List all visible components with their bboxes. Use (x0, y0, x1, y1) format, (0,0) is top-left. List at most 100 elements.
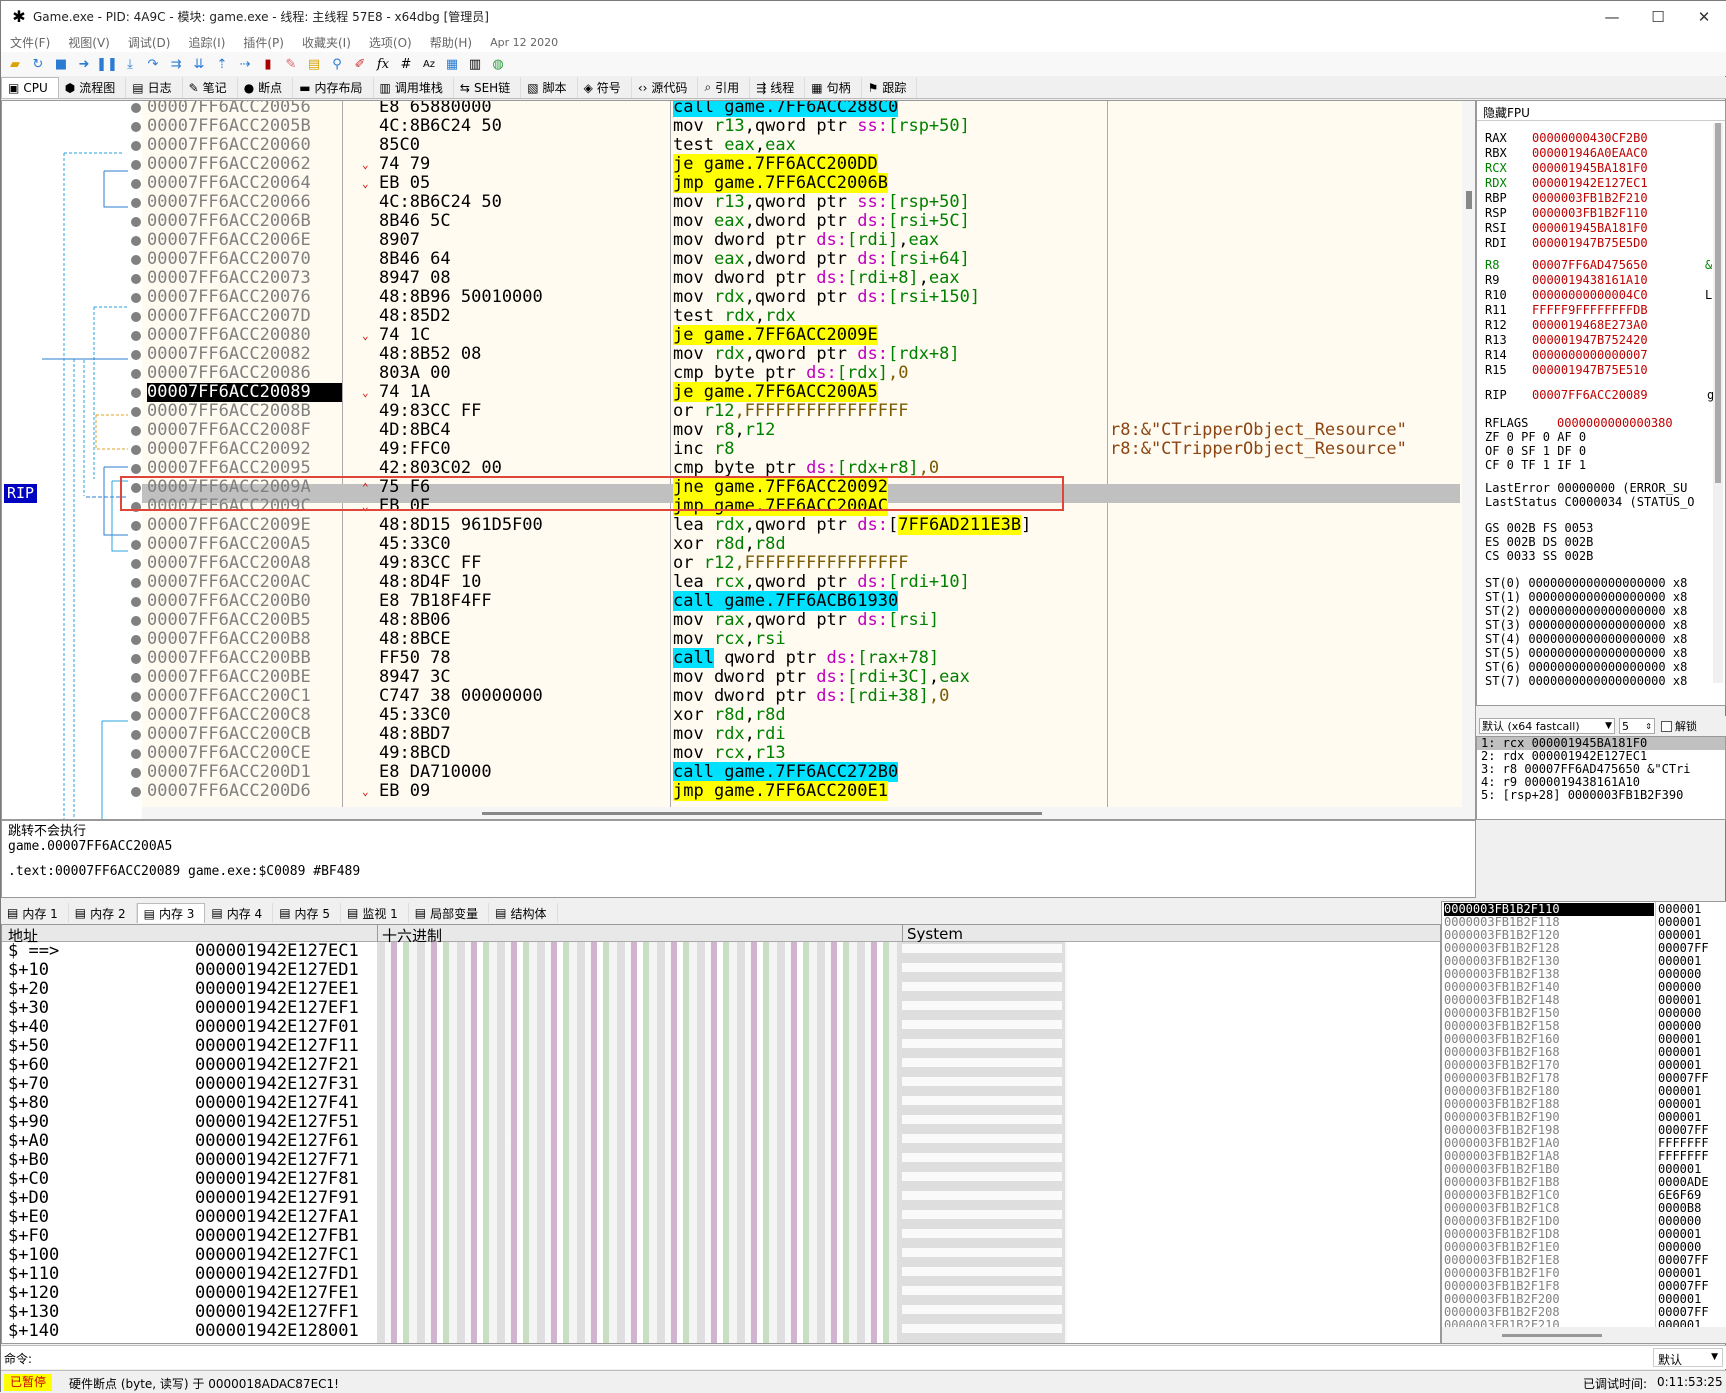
dump-row[interactable]: $+120 000001942E127FE1 (2, 1284, 372, 1303)
instruction-row[interactable]: 00007FF6ACC20089 ⌄ 74 1A je game.7FF6ACC200… (2, 382, 1462, 402)
tab-seh[interactable]: ⇆ SEH链 (454, 77, 522, 98)
trace-over-icon[interactable]: ⇊ (189, 54, 209, 74)
breakpoint-dot[interactable] (131, 692, 141, 702)
command-input[interactable] (41, 1348, 1641, 1367)
instruction-row[interactable]: 00007FF6ACC20082 48:8B52 08 mov rdx,qword … (2, 345, 1462, 364)
register-name[interactable]: R13 (1485, 333, 1507, 347)
menu-favourites[interactable]: 收藏夹(I) (293, 34, 360, 51)
register-value[interactable]: 0000019468E273A0 (1532, 318, 1648, 332)
instruction-row[interactable]: 00007FF6ACC20086 803A 00 cmp byte ptr ds:[… (2, 364, 1462, 383)
segment-row[interactable]: CS 0033 SS 002B (1485, 549, 1593, 563)
dump-row[interactable]: $+B0 000001942E127F71 (2, 1151, 372, 1170)
tab-notes[interactable]: ✎ 笔记 (183, 77, 238, 98)
instruction-row[interactable]: 00007FF6ACC200D6 ⌄ EB 09 jmp game.7FF6ACC20… (2, 781, 1462, 801)
tab-symbol[interactable]: ◈ 符号 (578, 77, 632, 98)
instruction-row[interactable]: 00007FF6ACC20064 ⌄ EB 05 jmp game.7FF6ACC20… (2, 173, 1462, 193)
dump-row[interactable]: $+30 000001942E127EF1 (2, 999, 372, 1018)
dump-row[interactable]: $+D0 000001942E127F91 (2, 1189, 372, 1208)
tab-script[interactable]: ▧ 脚本 (521, 77, 578, 98)
dump-row[interactable]: $+140 000001942E128001 (2, 1322, 372, 1341)
register-name[interactable]: RBP (1485, 191, 1507, 205)
segment-row[interactable]: ES 002B DS 002B (1485, 535, 1593, 549)
command-mode-select[interactable]: 默认 ▼ (1653, 1348, 1723, 1367)
register-name[interactable]: R14 (1485, 348, 1507, 362)
menu-view[interactable]: 视图(V) (59, 34, 119, 51)
stack-pane[interactable]: 0000003FB1B2F110 000001 0000003FB1B2F118 00… (1441, 901, 1726, 1344)
breakpoint-dot[interactable] (131, 711, 141, 721)
breakpoint-dot[interactable] (131, 179, 141, 189)
dump-header-text[interactable]: System (907, 925, 963, 943)
register-name[interactable]: RSP (1485, 206, 1507, 220)
menu-plugins[interactable]: 插件(P) (234, 34, 293, 51)
tab-references[interactable]: ⌕ 引用 (698, 77, 751, 98)
breakpoint-dot[interactable] (131, 597, 141, 607)
breakpoint-dot[interactable] (131, 369, 141, 379)
breakpoint-dot[interactable] (131, 236, 141, 246)
breakpoint-dot[interactable] (131, 749, 141, 759)
minimize-button[interactable]: — (1589, 1, 1635, 32)
breakpoint-dot[interactable] (131, 122, 141, 132)
register-name[interactable]: RBX (1485, 146, 1507, 160)
instruction-row[interactable]: 00007FF6ACC200BE 8947 3C mov dword ptr ds:… (2, 668, 1462, 687)
dump-tab-1[interactable]: ▤ 内存 1 (1, 903, 69, 923)
hide-fpu-toggle[interactable]: 隐藏FPU (1477, 101, 1725, 121)
dump-row[interactable]: $+A0 000001942E127F61 (2, 1132, 372, 1151)
breakpoint-dot[interactable] (131, 635, 141, 645)
menu-file[interactable]: 文件(F) (1, 34, 59, 51)
instruction-row[interactable]: 00007FF6ACC200CE 49:8BCD mov rcx,r13 (2, 744, 1462, 763)
register-value[interactable]: 0000003FB1B2F210 (1532, 191, 1648, 205)
registers-pane[interactable]: 隐藏FPU RAX 00000000430CF2B0 RBX 000001946A0E… (1476, 100, 1726, 706)
instruction-row[interactable]: 00007FF6ACC20060 85C0 test eax,eax (2, 136, 1462, 155)
menu-options[interactable]: 选项(O) (360, 34, 421, 51)
tab-callstack[interactable]: ▥ 调用堆栈 (374, 77, 454, 98)
dump-row[interactable]: $+60 000001942E127F21 (2, 1056, 372, 1075)
register-value[interactable]: 0000000000000380 (1557, 416, 1673, 430)
instruction-row[interactable]: 00007FF6ACC2006E 8907 mov dword ptr ds:[rd… (2, 231, 1462, 250)
fpu-row[interactable]: ST(5) 0000000000000000000 x8 (1485, 646, 1687, 660)
register-value[interactable]: 00000000000004C0 (1532, 288, 1648, 302)
breakpoint-dot[interactable] (131, 787, 141, 797)
instruction-row[interactable]: 00007FF6ACC200B0 E8 7B18F4FF call game.7FF… (2, 591, 1462, 611)
registers-scrollbar[interactable] (1713, 123, 1723, 683)
fpu-row[interactable]: ST(4) 0000000000000000000 x8 (1485, 632, 1687, 646)
dump-tab-2[interactable]: ▤ 内存 2 (69, 903, 137, 923)
dump-tab-7[interactable]: ▤ 局部变量 (409, 903, 490, 923)
dump-row[interactable]: $+90 000001942E127F51 (2, 1113, 372, 1132)
strings-icon[interactable]: Az (419, 54, 439, 74)
breakpoint-dot[interactable] (131, 673, 141, 683)
register-name[interactable]: R15 (1485, 363, 1507, 377)
instruction-row[interactable]: 00007FF6ACC200B8 48:8BCE mov rcx,rsi (2, 630, 1462, 649)
breakpoint-dot[interactable] (131, 654, 141, 664)
instruction-row[interactable]: 00007FF6ACC200C8 45:33C0 xor r8d,r8d (2, 706, 1462, 725)
segment-row[interactable]: GS 002B FS 0053 (1485, 521, 1593, 535)
flag-row[interactable]: CF 0 TF 1 IF 1 (1485, 458, 1586, 472)
instruction-row[interactable]: 00007FF6ACC20070 8B46 64 mov eax,dword ptr… (2, 250, 1462, 269)
breakpoint-dot[interactable] (131, 274, 141, 284)
register-value[interactable]: 00007FF6ACC20089 (1532, 388, 1648, 402)
instruction-row[interactable]: 00007FF6ACC200B5 48:8B06 mov rax,qword ptr… (2, 611, 1462, 630)
fpu-row[interactable]: ST(6) 0000000000000000000 x8 (1485, 660, 1687, 674)
instruction-row[interactable]: 00007FF6ACC200BB FF50 78 call qword ptr ds… (2, 648, 1462, 668)
dump-tab-3[interactable]: ▤ 内存 3 (136, 903, 206, 923)
instruction-row[interactable]: 00007FF6ACC20076 48:8B96 50010000 mov rdx,… (2, 288, 1462, 307)
register-value[interactable]: 000001947B75E510 (1532, 363, 1648, 377)
register-name[interactable]: RAX (1485, 131, 1507, 145)
breakpoint-dot[interactable] (131, 293, 141, 303)
breakpoint-dot[interactable] (131, 426, 141, 436)
breakpoint-dot[interactable] (131, 540, 141, 550)
register-name[interactable]: R10 (1485, 288, 1507, 302)
stack-hscrollbar[interactable] (1442, 1327, 1726, 1343)
instruction-row[interactable]: 00007FF6ACC20092 49:FFC0 inc r8 r8:&"CTripp… (2, 440, 1462, 459)
hash-icon[interactable]: # (396, 54, 416, 74)
restart-icon[interactable]: ↻ (28, 54, 48, 74)
dump-tab-8[interactable]: ▤ 结构体 (489, 903, 558, 923)
register-value[interactable]: 000001946A0EAAC0 (1532, 146, 1648, 160)
instruction-row[interactable]: 00007FF6ACC2008F 4D:8BC4 mov r8,r12 r8:&"CT… (2, 421, 1462, 440)
menu-trace[interactable]: 追踪(I) (179, 34, 234, 51)
fpu-row[interactable]: ST(3) 0000000000000000000 x8 (1485, 618, 1687, 632)
calling-convention-select[interactable]: 默认 (x64 fastcall) ▼ (1479, 718, 1615, 734)
breakpoint-dot[interactable] (131, 331, 141, 341)
tab-memory-map[interactable]: ▬ 内存布局 (293, 77, 374, 98)
breakpoint-dot[interactable] (131, 464, 141, 474)
breakpoint-dot[interactable] (131, 616, 141, 626)
